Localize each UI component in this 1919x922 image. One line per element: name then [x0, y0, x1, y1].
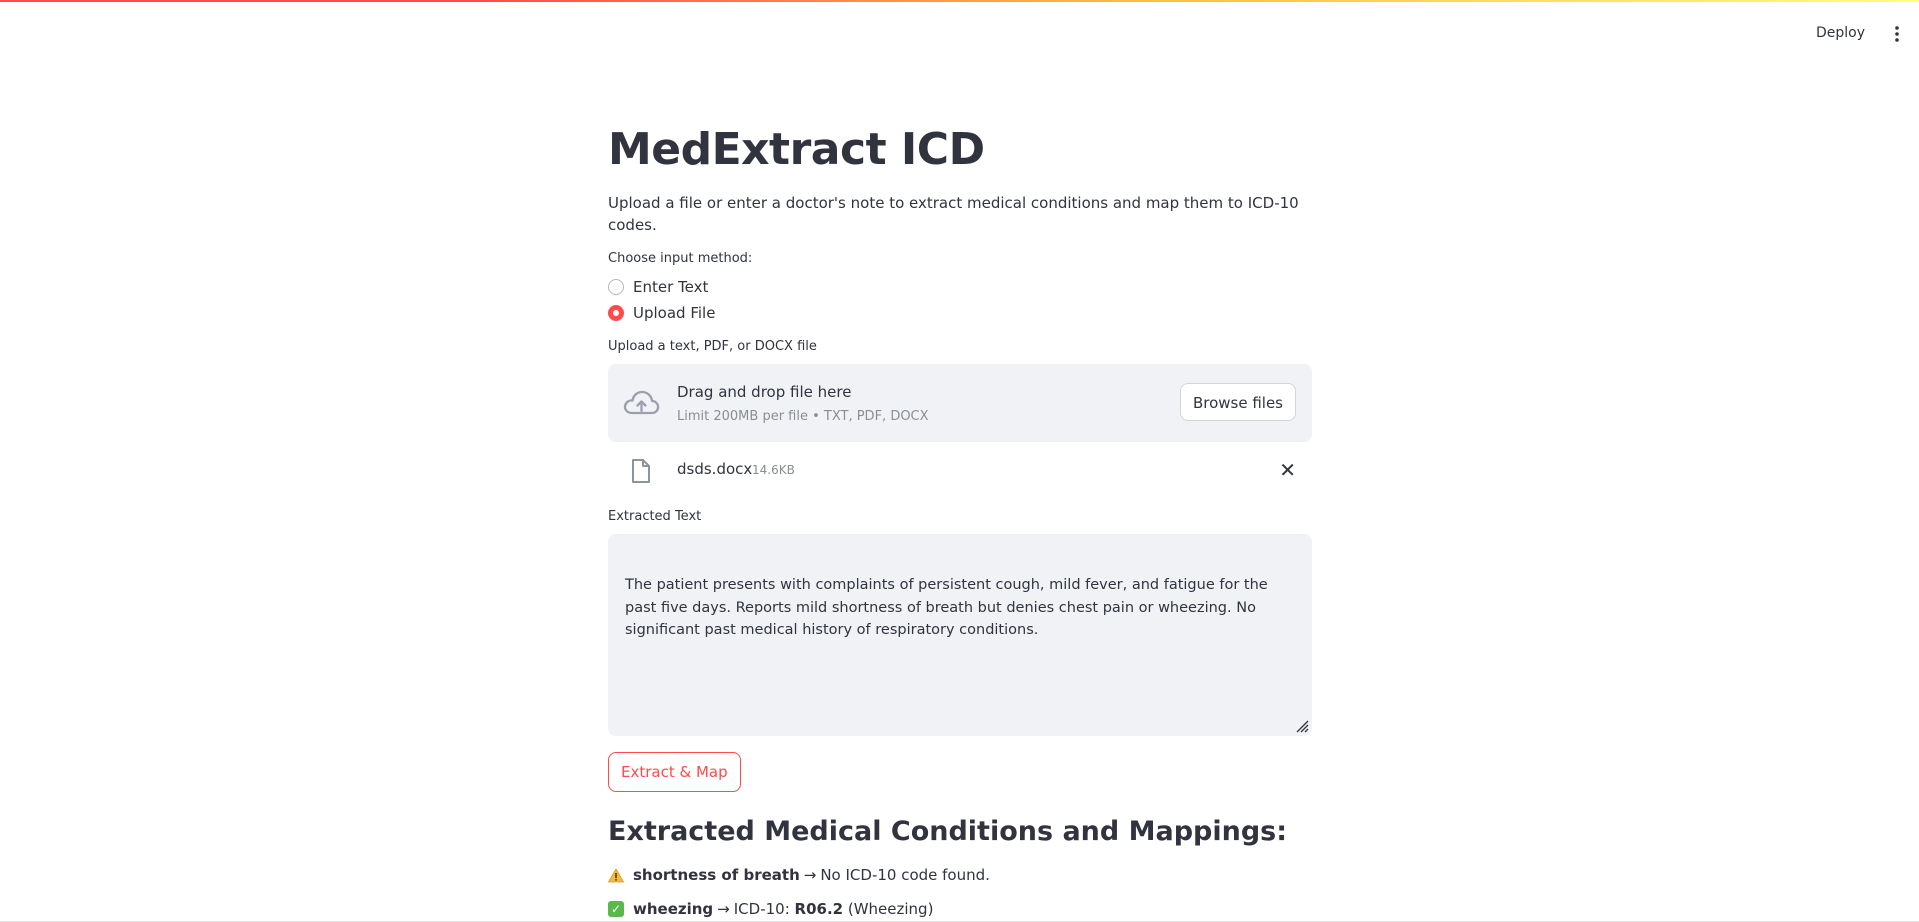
dropzone-instructions: Drag and drop file here — [677, 383, 852, 401]
result-condition: wheezing — [633, 900, 714, 918]
uploader-label: Upload a text, PDF, or DOCX file — [608, 339, 817, 354]
radio-unselected-icon — [608, 279, 624, 295]
result-condition: shortness of breath — [633, 866, 800, 884]
kebab-menu-icon[interactable] — [1887, 23, 1907, 45]
result-item: ✓ wheezing → ICD-10: R06.2 (Wheezing) — [608, 898, 1312, 920]
radio-upload-file-label: Upload File — [633, 304, 716, 322]
file-icon — [632, 459, 650, 483]
file-dropzone[interactable]: Drag and drop file here Limit 200MB per … — [608, 364, 1312, 442]
result-code-prefix: ICD-10: — [733, 900, 795, 918]
main-content: MedExtract ICD Upload a file or enter a … — [608, 120, 1312, 920]
input-method-radio-group: Enter Text Upload File — [608, 274, 1312, 326]
extracted-text-area[interactable]: The patient presents with complaints of … — [608, 534, 1312, 736]
result-icd-code: R06.2 — [794, 900, 844, 918]
radio-selected-icon — [608, 305, 624, 321]
radio-enter-text-label: Enter Text — [633, 278, 709, 296]
extracted-text-content: The patient presents with complaints of … — [625, 577, 1268, 638]
extract-map-button[interactable]: Extract & Map — [608, 752, 741, 792]
page-subtitle: Upload a file or enter a doctor's note t… — [608, 194, 1299, 234]
deploy-button[interactable]: Deploy — [1810, 21, 1871, 45]
result-mapping-text: No ICD-10 code found. — [820, 866, 990, 884]
result-arrow: → — [803, 866, 817, 884]
cloud-upload-icon — [623, 390, 660, 415]
input-method-label: Choose input method: — [608, 251, 753, 266]
uploaded-file-size: 14.6KB — [752, 463, 795, 477]
radio-enter-text[interactable]: Enter Text — [608, 274, 1312, 300]
remove-file-icon[interactable]: ✕ — [1279, 460, 1296, 480]
uploaded-file-item: dsds.docx 14.6KB ✕ — [608, 446, 1312, 498]
browse-files-button[interactable]: Browse files — [1179, 383, 1296, 421]
warning-icon — [608, 868, 624, 882]
app-header: Deploy — [0, 7, 1919, 55]
result-arrow: → — [717, 900, 730, 918]
result-item: shortness of breath → No ICD-10 code fou… — [608, 864, 1312, 886]
top-decoration-bar — [0, 0, 1919, 7]
result-code-description: (Wheezing) — [843, 900, 934, 918]
radio-upload-file[interactable]: Upload File — [608, 300, 1312, 326]
check-mark-icon: ✓ — [608, 901, 624, 917]
extracted-text-label: Extracted Text — [608, 509, 702, 524]
page-title: MedExtract ICD — [608, 124, 985, 175]
dropzone-limit-text: Limit 200MB per file • TXT, PDF, DOCX — [677, 409, 929, 424]
results-heading: Extracted Medical Conditions and Mapping… — [608, 816, 1288, 847]
resize-handle-icon[interactable] — [1293, 717, 1309, 733]
uploaded-file-name: dsds.docx — [677, 460, 753, 478]
